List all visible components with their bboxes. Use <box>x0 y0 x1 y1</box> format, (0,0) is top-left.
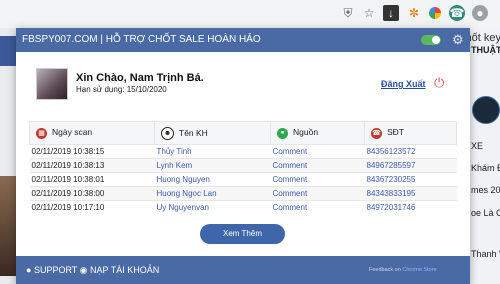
popup-header: FBSPY007.COM | HỖ TRỢ CHỐT SALE HOÀN HẢO… <box>16 28 470 52</box>
cell-date: 02/11/2019 10:17:10 <box>29 200 155 214</box>
table-row[interactable]: 02/11/2019 10:38:15 Thủy Tinh Comment 84… <box>29 144 457 159</box>
header-label: SĐT <box>387 127 404 138</box>
table-row[interactable]: 02/11/2019 10:38:13 Lynh Kem Comment 849… <box>29 158 457 173</box>
table-row[interactable]: 02/11/2019 10:17:10 Uy Nguyenvan Comment… <box>29 200 457 214</box>
gear-icon[interactable]: ⚙ <box>452 32 464 48</box>
header-label: Nguồn <box>293 127 319 138</box>
cell-date: 02/11/2019 10:38:00 <box>29 186 155 201</box>
support-label: SUPPORT <box>33 265 78 275</box>
background-text: mes 2021 <box>471 185 500 195</box>
cell-date: 02/11/2019 10:38:13 <box>29 158 155 173</box>
popup-footer: ● SUPPORT ◉ NẠP TÀI KHOẢN Feedback on Ch… <box>16 256 470 284</box>
background-avatar <box>472 96 500 124</box>
extension-icon-2[interactable] <box>429 7 441 19</box>
fbspy-extension-icon[interactable]: ☎ <box>449 5 465 21</box>
column-header-source: ⚭ Nguồn <box>270 121 365 145</box>
cell-phone[interactable]: 84343833195 <box>364 186 457 201</box>
header-label: Tên KH <box>179 127 208 138</box>
star-icon[interactable]: ☆ <box>361 5 377 21</box>
scan-table: ▦ Ngày scan ☻ Tên KH ⚭ Nguồn ☎ SĐT 02/11/201… <box>29 121 457 214</box>
topup-link[interactable]: NẠP TÀI KHOẢN <box>90 265 159 275</box>
extension-popup: FBSPY007.COM | HỖ TRỢ CHỐT SALE HOÀN HẢO… <box>16 28 470 284</box>
background-text: Khám Đa <box>471 163 500 173</box>
user-icon: ☻ <box>161 126 174 140</box>
cell-source[interactable]: Comment <box>270 172 365 187</box>
cell-phone[interactable]: 84367230255 <box>364 172 457 187</box>
profile-avatar[interactable]: ● <box>472 5 488 21</box>
cell-source[interactable]: Comment <box>270 200 365 214</box>
support-icon: ● <box>26 265 32 275</box>
avatar <box>36 68 68 100</box>
table-row[interactable]: 02/11/2019 10:38:01 Huong Nguyen Comment… <box>29 172 457 187</box>
column-header-name: ☻ Tên KH <box>154 121 271 145</box>
feedback-label: Feedback on <box>369 267 401 273</box>
cell-date: 02/11/2019 10:38:01 <box>29 172 155 187</box>
expiry-text: Hạn sử dụng: 15/10/2020 <box>76 85 167 94</box>
table-header-row: ▦ Ngày scan ☻ Tên KH ⚭ Nguồn ☎ SĐT <box>29 121 457 145</box>
browser-toolbar: ⛨ ☆ ↓ ✼ ☎ ● <box>0 0 500 29</box>
money-bag-icon: ◉ <box>79 265 88 275</box>
source-icon: ⚭ <box>277 127 288 139</box>
table-row[interactable]: 02/11/2019 10:38:00 Huong Ngoc Lan Comme… <box>29 186 457 201</box>
support-link[interactable]: ● SUPPORT ◉ NẠP TÀI KHOẢN <box>26 265 159 276</box>
cell-source[interactable]: Comment <box>270 186 365 201</box>
background-text: oe Là Cuộ <box>471 208 500 218</box>
cell-phone[interactable]: 84356123572 <box>364 144 457 159</box>
column-header-date: ▦ Ngày scan <box>29 121 155 145</box>
calendar-icon: ▦ <box>36 127 47 139</box>
cell-name[interactable]: Uy Nguyenvan <box>154 200 271 214</box>
cell-name[interactable]: Lynh Kem <box>154 158 271 173</box>
cell-name[interactable]: Thủy Tinh <box>154 144 271 159</box>
view-more-button[interactable]: Xem Thêm <box>200 224 285 244</box>
background-page-bar <box>0 36 16 66</box>
enable-toggle[interactable] <box>421 35 441 45</box>
feedback-text: Feedback on Chrome Store <box>369 267 437 273</box>
background-text: Thanh Vă <box>471 249 500 259</box>
column-header-phone: ☎ SĐT <box>364 121 457 145</box>
cell-name[interactable]: Huong Nguyen <box>154 172 271 187</box>
toggle-knob <box>432 36 440 44</box>
cell-name[interactable]: Huong Ngoc Lan <box>154 186 271 201</box>
background-photo <box>0 176 16 276</box>
greeting-text: Xin Chào, Nam Trịnh Bá. <box>76 72 204 84</box>
header-label: Ngày scan <box>52 127 93 138</box>
cell-phone[interactable]: 84972031746 <box>364 200 457 214</box>
download-icon[interactable]: ↓ <box>383 5 399 21</box>
power-icon[interactable]: ⏻ <box>434 75 444 91</box>
background-text: THUẬT GÁ <box>471 45 500 55</box>
phone-icon: ☎ <box>371 127 382 139</box>
extension-icon[interactable]: ✼ <box>406 5 422 21</box>
logout-link[interactable]: Đăng Xuất <box>381 79 426 89</box>
cell-phone[interactable]: 84967285597 <box>364 158 457 173</box>
background-text: XE <box>471 141 484 151</box>
shield-icon[interactable]: ⛨ <box>340 5 356 21</box>
popup-title: FBSPY007.COM | HỖ TRỢ CHỐT SALE HOÀN HẢO <box>22 34 261 45</box>
chrome-store-link[interactable]: Chrome Store <box>402 267 436 273</box>
background-page-right <box>470 28 500 284</box>
cell-source[interactable]: Comment <box>270 158 365 173</box>
cell-source[interactable]: Comment <box>270 144 365 159</box>
cell-date: 02/11/2019 10:38:15 <box>29 144 155 159</box>
